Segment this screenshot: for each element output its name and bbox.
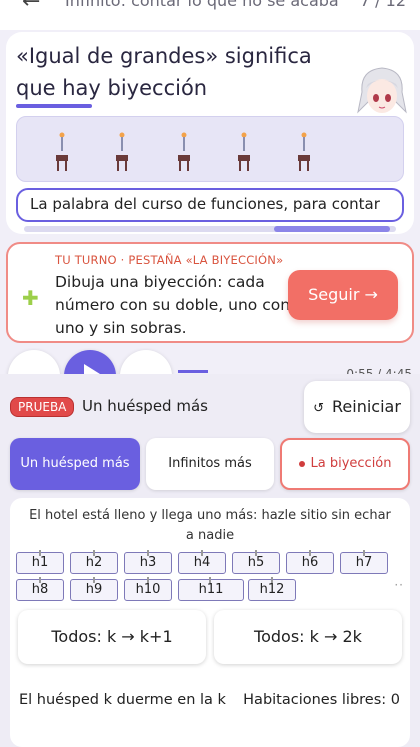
page-counter: 7 / 12 [359, 0, 406, 10]
dot-icon [298, 460, 305, 467]
interactive-panel: PRUEBA Un huésped más ↺ Reiniciar Un hués… [0, 374, 420, 747]
guest-marker [271, 577, 273, 583]
test-title: Un huésped más [82, 397, 208, 415]
scrollbar-thumb[interactable] [274, 226, 390, 232]
reset-label: Reiniciar [332, 397, 401, 416]
turn-instructions: Dibuja una biyección: cada número con su… [55, 273, 291, 337]
lesson-title: «Igual de grandes» significa que hay biy… [16, 44, 312, 100]
room-h12[interactable]: h12 [248, 577, 296, 601]
hotel-description: El hotel está lleno y llega uno más: haz… [29, 508, 391, 543]
room-label: h9 [85, 582, 103, 597]
guest-marker [93, 550, 95, 556]
title-underline [16, 104, 92, 108]
seats-illustration [16, 116, 404, 182]
mapping-status: El huésped k duerme en la k [19, 692, 226, 708]
guest-marker [39, 577, 41, 583]
free-rooms-status: Habitaciones libres: 0 [243, 692, 400, 708]
room-h2[interactable]: h2 [70, 550, 118, 574]
room-label: h4 [193, 555, 211, 570]
progress-bar[interactable] [178, 370, 208, 373]
more-indicator: ·· [394, 578, 404, 592]
room-label: h7 [355, 555, 373, 570]
turn-tag: TU TURNO · PESTAÑA «LA BIYECCIÓN» [55, 253, 284, 267]
room-label: h1 [31, 555, 49, 570]
room-h7[interactable]: h7 [340, 550, 388, 574]
room-label: h6 [301, 555, 319, 570]
horizontal-scrollbar[interactable] [24, 226, 396, 232]
shift-k-plus-one-button[interactable]: Todos: k → k+1 [18, 610, 206, 664]
lesson-card: «Igual de grandes» significa que hay biy… [6, 32, 414, 234]
arrow-left-icon[interactable]: ← [22, 0, 40, 14]
test-header: PRUEBA Un huésped más ↺ Reiniciar [0, 374, 420, 434]
room-label: h10 [135, 582, 161, 597]
rotate-icon: ↺ [313, 401, 324, 416]
room-h11[interactable]: h11 [178, 577, 244, 601]
lesson-caption: La palabra del curso de funciones, para … [16, 188, 404, 222]
course-title: Infinito: contar lo que no se acaba [65, 0, 339, 10]
room-label: h11 [198, 582, 224, 597]
chair-icon [238, 132, 250, 171]
continue-button[interactable]: Seguir → [288, 270, 398, 320]
room-h4[interactable]: h4 [178, 550, 226, 574]
guest-marker [255, 550, 257, 556]
room-h5[interactable]: h5 [232, 550, 280, 574]
room-label: h3 [139, 555, 157, 570]
guest-marker [147, 550, 149, 556]
top-bar: ← Infinito: contar lo que no se acaba 7 … [0, 0, 420, 30]
room-h10[interactable]: h10 [124, 577, 172, 601]
guest-marker [209, 577, 211, 583]
guest-marker [201, 550, 203, 556]
reset-button[interactable]: ↺ Reiniciar [304, 381, 410, 433]
chair-icon [298, 132, 310, 171]
room-label: h12 [259, 582, 285, 597]
guest-marker [363, 550, 365, 556]
room-h9[interactable]: h9 [70, 577, 118, 601]
chair-icon [178, 132, 190, 171]
room-h8[interactable]: h8 [16, 577, 64, 601]
guest-marker [309, 550, 311, 556]
chair-icon [56, 132, 68, 171]
room-h1[interactable]: h1 [16, 550, 64, 574]
guest-marker [147, 577, 149, 583]
puzzle-icon: ✚ [22, 286, 39, 310]
tab-un-huesped-mas[interactable]: Un huésped más [10, 438, 140, 490]
room-h3[interactable]: h3 [124, 550, 172, 574]
guest-marker [39, 550, 41, 556]
chair-icon [116, 132, 128, 171]
room-h6[interactable]: h6 [286, 550, 334, 574]
shift-double-button[interactable]: Todos: k → 2k [214, 610, 402, 664]
room-label: h8 [31, 582, 49, 597]
test-badge: PRUEBA [10, 397, 75, 417]
tab-la-biyeccion[interactable]: La biyección [280, 438, 410, 490]
mode-tabs: Un huésped más Infinitos más La biyecció… [10, 438, 410, 490]
room-label: h2 [85, 555, 103, 570]
room-label: h5 [247, 555, 265, 570]
tab-infinitos-mas[interactable]: Infinitos más [146, 438, 274, 490]
tab-label: La biyección [310, 456, 392, 471]
your-turn-card: ✚ TU TURNO · PESTAÑA «LA BIYECCIÓN» Dibu… [6, 242, 414, 343]
guest-marker [93, 577, 95, 583]
hotel-card: El hotel está lleno y llega uno más: haz… [10, 498, 410, 747]
